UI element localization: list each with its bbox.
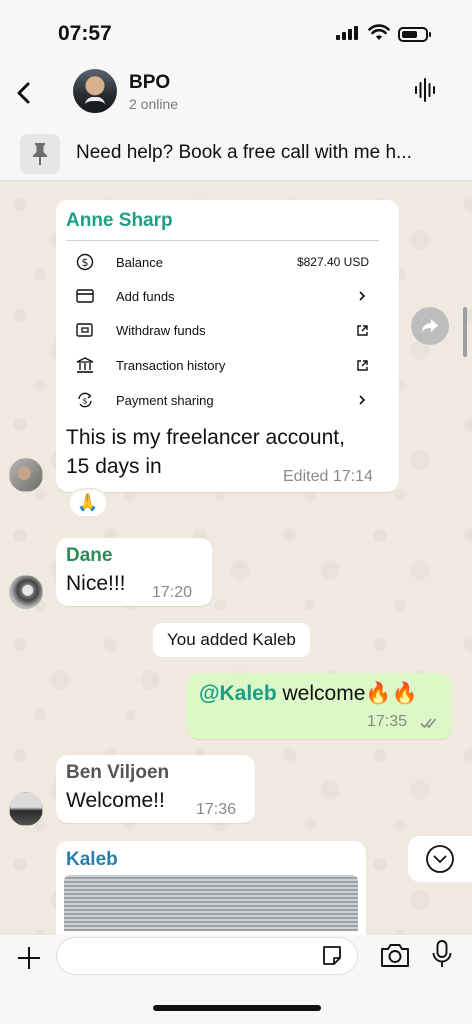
message-bubble-anne[interactable]: Anne Sharp $ Balance $827.40 USD Add fun… [56,200,399,492]
signal-icon [336,26,358,40]
chat-header[interactable]: BPO 2 online [0,60,472,130]
card-row-transaction-history[interactable]: Transaction history [66,348,379,382]
battery-icon [398,27,431,42]
card-row-label: Transaction history [116,357,226,373]
pin-icon [20,134,60,174]
sender-avatar[interactable] [9,792,43,826]
card-icon [76,286,104,306]
plus-icon[interactable] [16,945,42,971]
sender-name[interactable]: Anne Sharp [66,210,173,232]
card-row-balance: $ Balance $827.40 USD [66,245,379,279]
message-text: 15 days in [66,455,162,478]
card-row-withdraw-funds[interactable]: Withdraw funds [66,313,379,347]
card-row-add-funds[interactable]: Add funds [66,279,379,313]
back-arrow-icon[interactable] [10,78,40,108]
camera-icon[interactable] [379,941,411,969]
system-message: You added Kaleb [153,623,310,657]
group-name[interactable]: BPO [129,72,170,94]
message-text: Nice!!! [66,572,126,595]
chevron-right-icon [355,393,369,407]
card-row-label: Withdraw funds [116,322,206,338]
message-text: Welcome!! [66,789,165,812]
card-row-payment-sharing[interactable]: $ Payment sharing [66,383,379,417]
sender-name[interactable]: Dane [66,545,112,567]
pinned-message-banner[interactable]: Need help? Book a free call with me h... [0,130,472,182]
double-check-icon [420,718,437,729]
message-bubble-dane[interactable]: Dane Nice!!! 17:20 [56,538,212,606]
card-row-label: Add funds [116,288,175,304]
message-input[interactable] [56,937,358,975]
voice-chat-waveform-icon[interactable] [413,76,439,104]
message-time: 17:36 [196,801,237,818]
sender-avatar[interactable] [9,458,43,492]
image-attachment[interactable] [64,875,358,931]
message-time: 17:35 [367,713,408,730]
online-count: 2 online [129,96,179,112]
sender-name[interactable]: Ben Viljoen [66,762,169,784]
message-composer [0,935,472,1024]
microphone-icon[interactable] [431,939,453,971]
card-row-label: Payment sharing [116,392,214,408]
message-time: 17:20 [152,584,193,601]
scroll-to-bottom-button[interactable] [408,836,472,882]
svg-text:$: $ [82,256,89,269]
sender-name[interactable]: Kaleb [66,849,118,871]
card-divider [66,240,379,241]
message-body: welcome🔥🔥 [276,682,418,705]
message-bubble-ben[interactable]: Ben Viljoen Welcome!! 17:36 [56,755,255,823]
chevron-right-icon [355,289,369,303]
scrollbar-thumb[interactable] [463,307,467,357]
message-bubble-outgoing[interactable]: @Kaleb welcome🔥🔥 17:35 [187,673,452,739]
message-edited-time: Edited 17:14 [283,468,373,485]
balance-value: $827.40 USD [296,255,369,269]
forward-button[interactable] [411,307,449,345]
home-indicator [153,1005,321,1011]
message-bubble-kaleb[interactable]: Kaleb [56,841,366,935]
external-link-icon [355,323,369,337]
sender-avatar[interactable] [9,575,43,609]
mention-kaleb[interactable]: @Kaleb [199,682,277,705]
sticker-icon[interactable] [320,944,344,968]
reaction-badge[interactable]: 🙏 [68,488,108,518]
sync-dollar-icon: $ [76,390,104,410]
dollar-circle-icon: $ [76,252,104,272]
wifi-icon [368,24,390,40]
external-link-icon [355,358,369,372]
bank-icon [76,355,104,375]
status-time: 07:57 [58,22,112,45]
card-row-label: Balance [116,254,163,270]
status-bar: 07:57 [0,0,472,60]
svg-text:$: $ [82,397,87,406]
pinned-message-text: Need help? Book a free call with me h... [76,142,412,163]
message-text: This is my freelancer account, [66,426,345,449]
group-avatar[interactable] [73,69,117,113]
wallet-icon [76,320,104,340]
chevron-down-circle-icon [426,845,454,873]
message-text: @Kaleb welcome🔥🔥 [199,682,418,706]
